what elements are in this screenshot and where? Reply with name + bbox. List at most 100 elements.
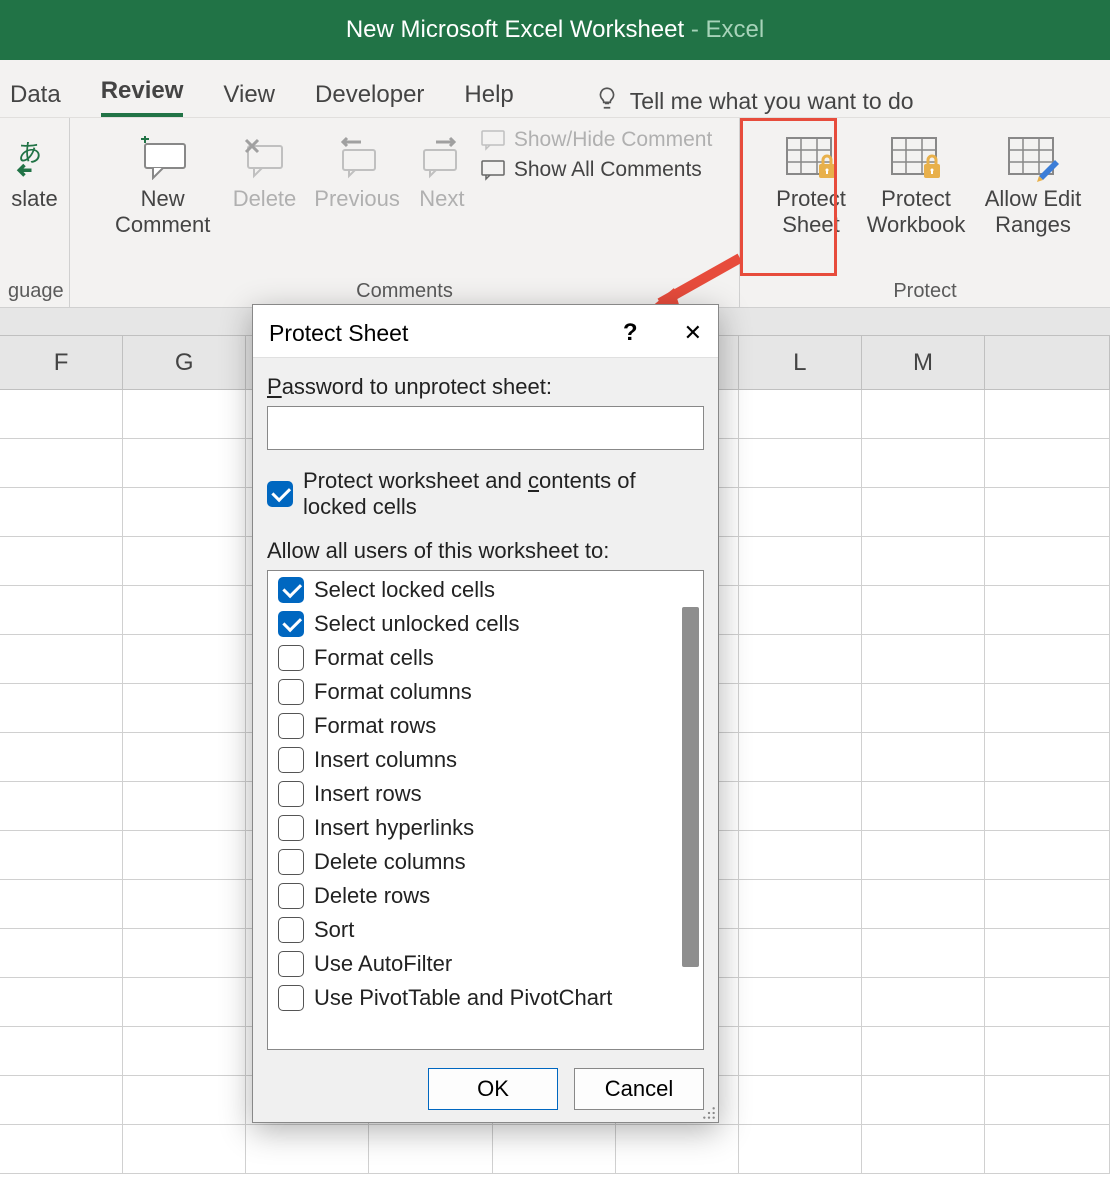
grid-cell[interactable] — [369, 1125, 492, 1174]
grid-cell[interactable] — [862, 929, 985, 978]
dialog-help-button[interactable]: ? — [623, 319, 638, 347]
grid-cell[interactable] — [739, 929, 862, 978]
permission-item[interactable]: Use PivotTable and PivotChart — [278, 985, 693, 1011]
grid-cell[interactable] — [123, 929, 246, 978]
grid-cell[interactable] — [739, 1027, 862, 1076]
dialog-close-button[interactable]: ✕ — [684, 320, 702, 346]
permission-item[interactable]: Insert rows — [278, 781, 693, 807]
previous-comment-button[interactable]: Previous — [310, 126, 404, 216]
grid-cell[interactable] — [0, 635, 123, 684]
protect-contents-checkbox[interactable] — [267, 481, 293, 507]
tab-help[interactable]: Help — [464, 81, 513, 117]
grid-cell[interactable] — [739, 586, 862, 635]
tell-me-search[interactable]: Tell me what you want to do — [594, 85, 914, 117]
grid-cell[interactable] — [862, 586, 985, 635]
grid-cell[interactable] — [862, 782, 985, 831]
tab-review[interactable]: Review — [101, 77, 184, 117]
grid-cell[interactable] — [862, 488, 985, 537]
permission-item[interactable]: Format columns — [278, 679, 693, 705]
grid-cell[interactable] — [0, 1125, 123, 1174]
grid-cell[interactable] — [985, 537, 1110, 586]
password-input[interactable] — [267, 406, 704, 450]
protect-workbook-button[interactable]: Protect Workbook — [864, 126, 968, 242]
grid-cell[interactable] — [123, 390, 246, 439]
permissions-scrollbar[interactable] — [682, 607, 699, 967]
grid-cell[interactable] — [123, 537, 246, 586]
permission-item[interactable]: Format cells — [278, 645, 693, 671]
grid-cell[interactable] — [862, 831, 985, 880]
grid-cell[interactable] — [493, 1125, 616, 1174]
column-header[interactable]: G — [123, 336, 246, 389]
grid-cell[interactable] — [985, 635, 1110, 684]
grid-cell[interactable] — [0, 929, 123, 978]
grid-cell[interactable] — [123, 1076, 246, 1125]
grid-cell[interactable] — [0, 880, 123, 929]
grid-cell[interactable] — [123, 831, 246, 880]
grid-cell[interactable] — [0, 782, 123, 831]
grid-cell[interactable] — [0, 1027, 123, 1076]
grid-cell[interactable] — [985, 831, 1110, 880]
grid-cell[interactable] — [985, 1076, 1110, 1125]
grid-cell[interactable] — [985, 684, 1110, 733]
permission-checkbox[interactable] — [278, 917, 304, 943]
permission-checkbox[interactable] — [278, 611, 304, 637]
grid-cell[interactable] — [0, 733, 123, 782]
grid-cell[interactable] — [246, 1125, 369, 1174]
permission-item[interactable]: Delete rows — [278, 883, 693, 909]
permission-checkbox[interactable] — [278, 781, 304, 807]
column-header[interactable] — [985, 336, 1110, 389]
permission-item[interactable]: Use AutoFilter — [278, 951, 693, 977]
grid-cell[interactable] — [123, 1125, 246, 1174]
grid-cell[interactable] — [123, 488, 246, 537]
grid-cell[interactable] — [739, 782, 862, 831]
grid-cell[interactable] — [862, 684, 985, 733]
show-hide-comment-button[interactable]: Show/Hide Comment — [480, 128, 712, 152]
grid-cell[interactable] — [862, 635, 985, 684]
grid-cell[interactable] — [739, 537, 862, 586]
permission-checkbox[interactable] — [278, 815, 304, 841]
grid-cell[interactable] — [123, 439, 246, 488]
grid-cell[interactable] — [739, 684, 862, 733]
tab-view[interactable]: View — [223, 81, 275, 117]
grid-cell[interactable] — [739, 488, 862, 537]
grid-cell[interactable] — [985, 439, 1110, 488]
grid-cell[interactable] — [862, 880, 985, 929]
grid-cell[interactable] — [985, 782, 1110, 831]
allow-edit-ranges-button[interactable]: Allow Edit Ranges — [978, 126, 1088, 242]
permission-checkbox[interactable] — [278, 849, 304, 875]
grid-cell[interactable] — [985, 978, 1110, 1027]
grid-cell[interactable] — [123, 586, 246, 635]
grid-cell[interactable] — [0, 439, 123, 488]
grid-cell[interactable] — [123, 880, 246, 929]
translate-button[interactable]: あ slate — [7, 126, 61, 216]
grid-cell[interactable] — [985, 929, 1110, 978]
permission-checkbox[interactable] — [278, 713, 304, 739]
ok-button[interactable]: OK — [428, 1068, 558, 1110]
grid-cell[interactable] — [862, 1125, 985, 1174]
grid-cell[interactable] — [0, 831, 123, 880]
grid-cell[interactable] — [862, 978, 985, 1027]
grid-cell[interactable] — [0, 537, 123, 586]
delete-comment-button[interactable]: Delete — [229, 126, 301, 216]
resize-grip-icon[interactable] — [702, 1106, 716, 1120]
permission-checkbox[interactable] — [278, 951, 304, 977]
permission-item[interactable]: Insert columns — [278, 747, 693, 773]
column-header[interactable]: L — [739, 336, 862, 389]
grid-cell[interactable] — [739, 1125, 862, 1174]
grid-cell[interactable] — [0, 586, 123, 635]
grid-cell[interactable] — [739, 439, 862, 488]
grid-cell[interactable] — [739, 831, 862, 880]
grid-cell[interactable] — [985, 1027, 1110, 1076]
grid-cell[interactable] — [739, 880, 862, 929]
grid-cell[interactable] — [862, 1076, 985, 1125]
grid-cell[interactable] — [862, 439, 985, 488]
grid-cell[interactable] — [123, 782, 246, 831]
next-comment-button[interactable]: Next — [414, 126, 470, 216]
new-comment-button[interactable]: New Comment — [107, 126, 219, 242]
grid-cell[interactable] — [0, 390, 123, 439]
grid-cell[interactable] — [123, 684, 246, 733]
grid-cell[interactable] — [123, 978, 246, 1027]
permission-item[interactable]: Sort — [278, 917, 693, 943]
permission-checkbox[interactable] — [278, 985, 304, 1011]
cancel-button[interactable]: Cancel — [574, 1068, 704, 1110]
